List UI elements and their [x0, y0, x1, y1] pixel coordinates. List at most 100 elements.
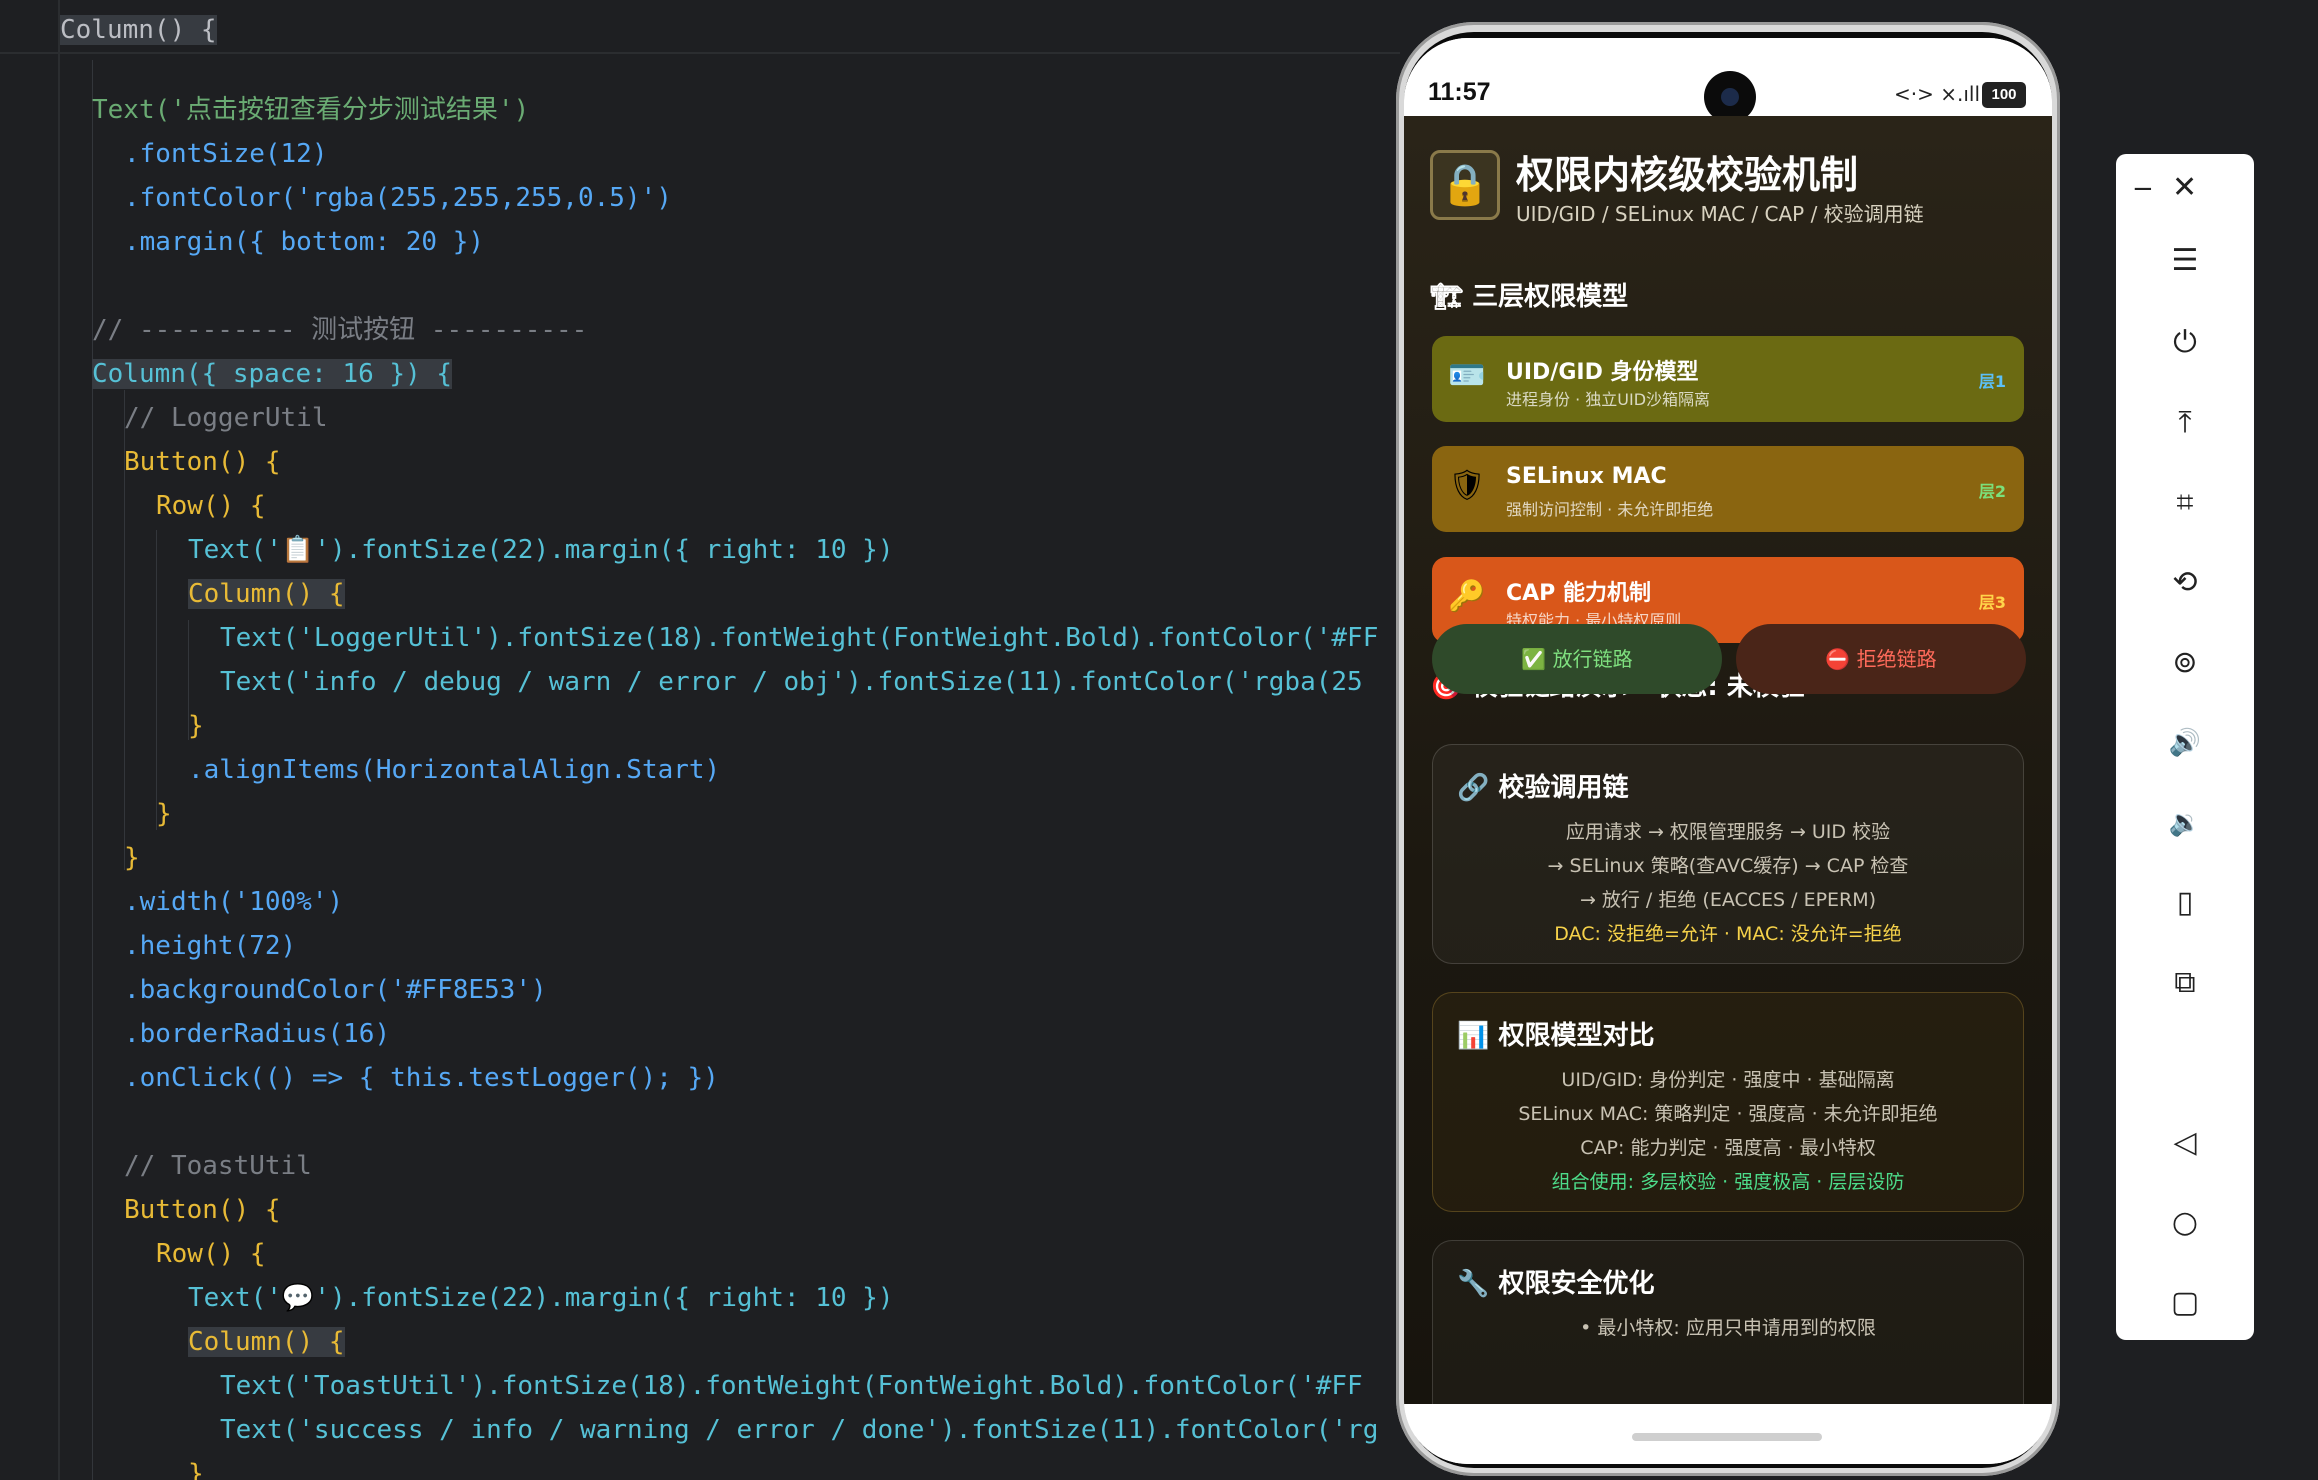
layer-title: UID/GID 身份模型 [1506, 360, 1699, 385]
compare-line: UID/GID: 身份判定 · 强度中 · 基础隔离 [1561, 1069, 1895, 1091]
code-line: .backgroundColor('#FF8E53') [124, 975, 547, 1005]
compare-card: 📊 权限模型对比 UID/GID: 身份判定 · 强度中 · 基础隔离 SELi… [1432, 992, 2024, 1212]
id-card-icon: 🪪 [1448, 358, 1486, 393]
code-line: .height(72) [124, 931, 297, 961]
code-line: Column() { [188, 579, 345, 609]
app-content[interactable]: 🔒 权限内核级校验机制 UID/GID / SELinux MAC / CAP … [1404, 116, 2052, 1404]
layer-card-selinux[interactable]: 🛡 SELinux MAC 强制访问控制 · 未允许即拒绝 层2 [1432, 446, 2024, 532]
code-line: Text('info / debug / warn / error / obj'… [220, 667, 1363, 697]
back-icon[interactable]: ◁ [2116, 1116, 2254, 1170]
status-time: 11:57 [1428, 78, 1491, 106]
code-editor[interactable]: Column() { Text('点击按钮查看分步测试结果') .fontSiz… [0, 0, 1400, 1480]
code-line: Text('点击按钮查看分步测试结果') [92, 95, 530, 125]
code-area[interactable]: Column() { Text('点击按钮查看分步测试结果') .fontSiz… [0, 0, 1378, 1480]
section-model-title: 🏗 三层权限模型 [1430, 276, 1628, 313]
optimize-card-title-text: 权限安全优化 [1498, 1269, 1655, 1299]
code-line: Text('LoggerUtil').fontSize(18).fontWeig… [220, 623, 1379, 653]
link-icon: 🔗 [1457, 773, 1490, 803]
shield-icon: 🛡 [1448, 468, 1487, 503]
bar-chart-icon: 📊 [1457, 1021, 1490, 1051]
code-line: .onClick(() => { this.testLogger(); }) [124, 1063, 719, 1093]
code-line: .margin({ bottom: 20 }) [124, 227, 485, 257]
layer-card-uid[interactable]: 🪪 UID/GID 身份模型 进程身份 · 独立UID沙箱隔离 层1 [1432, 336, 2024, 422]
rotate-icon[interactable]: ⟲ [2116, 556, 2254, 610]
chain-line: → SELinux 策略(查AVC缓存) → CAP 检查 [1547, 855, 1909, 877]
indent-guide [156, 530, 157, 830]
deny-chain-button[interactable]: ⛔ 拒绝链路 [1736, 624, 2026, 694]
status-bar: 11:57 <·> ×.ıll 100 [1404, 38, 2052, 123]
lock-icon: 🔒 [1430, 150, 1500, 220]
deny-chain-label: 拒绝链路 [1856, 647, 1937, 671]
compare-line: CAP: 能力判定 · 强度高 · 最小特权 [1580, 1137, 1876, 1159]
crop-icon[interactable]: ⌗ [2116, 476, 2254, 530]
volume-down-icon[interactable]: 🔉 [2116, 796, 2254, 850]
chain-card-title: 🔗 校验调用链 [1457, 767, 1628, 804]
chain-card: 🔗 校验调用链 应用请求 → 权限管理服务 → UID 校验 → SELinux… [1432, 744, 2024, 964]
code-line: .borderRadius(16) [124, 1019, 391, 1049]
code-line: } [156, 799, 172, 829]
code-line: // LoggerUtil [124, 403, 328, 433]
volume-up-icon[interactable]: 🔊 [2116, 716, 2254, 770]
page-title: 权限内核级校验机制 [1516, 153, 1859, 197]
code-line: Text('💬').fontSize(22).margin({ right: 1… [188, 1283, 894, 1313]
allow-chain-label: 放行链路 [1552, 647, 1633, 671]
code-line: } [124, 843, 140, 873]
crane-icon: 🏗 [1430, 282, 1464, 312]
code-line: Column({ space: 16 }) { [92, 359, 453, 389]
code-line: Text('ToastUtil').fontSize(18).fontWeigh… [220, 1371, 1363, 1401]
page-subtitle: UID/GID / SELinux MAC / CAP / 校验调用链 [1516, 202, 1924, 226]
multi-device-icon[interactable]: ⧉ [2116, 956, 2254, 1010]
compare-card-title-text: 权限模型对比 [1498, 1021, 1655, 1051]
chain-highlight: DAC: 没拒绝=允许 · MAC: 没允许=拒绝 [1554, 923, 1902, 945]
code-line: Text('success / info / warning / error /… [220, 1415, 1379, 1445]
phone-screen[interactable]: 11:57 <·> ×.ıll 100 🔒 权限内核级校验机制 UID/GID … [1404, 38, 2052, 1464]
layer-subtitle: 进程身份 · 独立UID沙箱隔离 [1506, 390, 1711, 409]
section-model-label: 三层权限模型 [1472, 282, 1629, 312]
chain-line: → 放行 / 拒绝 (EACCES / EPERM) [1579, 889, 1877, 911]
battery-icon: 100 [1982, 82, 2026, 108]
code-line: Row() { [156, 491, 266, 521]
close-icon[interactable]: ✕ [2172, 170, 2197, 205]
recent-icon[interactable]: ▢ [2116, 1276, 2254, 1330]
code-line: Button() { [124, 447, 281, 477]
code-line: .fontColor('rgba(255,255,255,0.5)') [124, 183, 672, 213]
home-icon[interactable]: ○ [2116, 1196, 2254, 1250]
code-line: // ---------- 测试按钮 ---------- [92, 315, 588, 345]
code-line: Row() { [156, 1239, 266, 1269]
code-line: Button() { [124, 1195, 281, 1225]
signal-icon: <·> ×.ıll [1894, 82, 1981, 106]
layer-title: CAP 能力机制 [1506, 581, 1651, 606]
emulator-toolbar: − ✕ ☰ ⏻ ⤒ ⌗ ⟲ ⊚ 🔊 🔉 ▯ ⧉ ◁ ○ ▢ [2116, 154, 2254, 1340]
code-line: .width('100%') [124, 887, 344, 917]
chain-line: 应用请求 → 权限管理服务 → UID 校验 [1565, 821, 1891, 843]
code-line: .fontSize(12) [124, 139, 328, 169]
shake-icon[interactable]: ▯ [2116, 876, 2254, 930]
code-line: Text('📋').fontSize(22).margin({ right: 1… [188, 535, 894, 565]
layer-badge: 层2 [1978, 482, 2006, 501]
code-line: Column() { [188, 1327, 345, 1357]
home-indicator[interactable] [1632, 1433, 1822, 1441]
power-icon[interactable]: ⏻ [2116, 316, 2254, 370]
code-line: } [188, 711, 204, 741]
key-icon: 🔑 [1448, 579, 1486, 614]
editor-divider [0, 52, 1400, 54]
optimize-card-title: 🔧 权限安全优化 [1457, 1263, 1654, 1300]
code-line: // ToastUtil [124, 1151, 312, 1181]
layer-subtitle: 强制访问控制 · 未允许即拒绝 [1506, 500, 1714, 519]
pin-top-icon[interactable]: ⤒ [2116, 396, 2254, 450]
minimize-icon[interactable]: − [2132, 174, 2154, 204]
layer-title: SELinux MAC [1506, 464, 1667, 489]
menu-icon[interactable]: ☰ [2116, 234, 2254, 288]
compare-card-title: 📊 权限模型对比 [1457, 1015, 1654, 1052]
compare-line: SELinux MAC: 策略判定 · 强度高 · 未允许即拒绝 [1518, 1103, 1938, 1125]
check-icon: ✅ [1521, 647, 1547, 671]
screenshot-icon[interactable]: ⊚ [2116, 636, 2254, 690]
allow-chain-button[interactable]: ✅ 放行链路 [1432, 624, 1722, 694]
compare-highlight: 组合使用: 多层校验 · 强度极高 · 层层设防 [1551, 1171, 1905, 1193]
code-line: Column() { [60, 15, 217, 45]
layer-badge: 层1 [1978, 372, 2006, 391]
code-line: .alignItems(HorizontalAlign.Start) [188, 755, 721, 785]
chain-card-title-text: 校验调用链 [1498, 773, 1629, 803]
optimize-card: 🔧 权限安全优化 • 最小特权: 应用只申请用到的权限 [1432, 1240, 2024, 1404]
code-line: } [188, 1459, 204, 1480]
